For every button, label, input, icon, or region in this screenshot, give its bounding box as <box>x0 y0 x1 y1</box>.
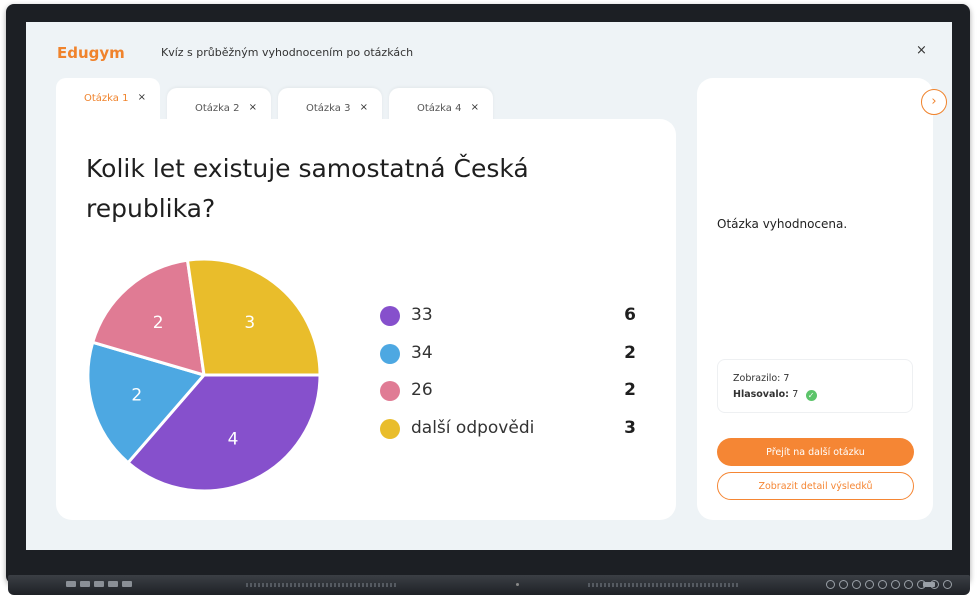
shown-value: 7 <box>783 373 790 384</box>
app-screen: Edugym Kvíz s průběžným vyhodnocením po … <box>26 22 952 550</box>
legend-item: 33 6 <box>378 302 636 340</box>
results-pie-chart: 4 2 2 3 <box>86 257 322 493</box>
vote-stats-box: Zobrazilo: 7 Hlasovalo: 7 ✓ <box>717 359 913 413</box>
pie-slice-label-2: 2 <box>153 313 164 333</box>
voted-count: Hlasovalo: 7 ✓ <box>733 389 817 401</box>
chevron-right-icon[interactable]: › <box>921 89 947 115</box>
power-switch[interactable] <box>923 582 935 587</box>
speaker-grille-left <box>246 583 396 587</box>
tab-label: Otázka 2 <box>195 103 240 114</box>
legend-color-dot <box>380 418 400 439</box>
tab-otazka-1[interactable]: Otázka 1 × <box>56 78 160 124</box>
evaluation-status: Otázka vyhodnocena. <box>717 217 848 231</box>
shown-count: Zobrazilo: 7 <box>733 373 789 384</box>
results-side-panel: Otázka vyhodnocena. Zobrazilo: 7 Hlasova… <box>697 78 933 520</box>
tab-label: Otázka 1 <box>84 93 129 104</box>
legend-color-dot <box>380 343 400 364</box>
tab-label: Otázka 3 <box>306 103 351 114</box>
pie-slice-label-3: 3 <box>244 313 255 333</box>
legend-count: 6 <box>624 305 636 325</box>
sensor-dot <box>516 583 519 586</box>
next-question-button[interactable]: Přejít na další otázku <box>717 438 914 466</box>
display-stand <box>8 575 970 595</box>
legend-count: 3 <box>624 417 636 438</box>
pie-slice-label-1: 2 <box>131 386 142 406</box>
question-text: Kolik let existuje samostatná Česká repu… <box>86 154 529 223</box>
legend-label: 26 <box>411 380 433 400</box>
legend-item: další odpovědi 3 <box>378 415 636 453</box>
page-title: Kvíz s průběžným vyhodnocením po otázkác… <box>161 46 414 59</box>
legend-color-dot <box>380 306 400 326</box>
legend-item: 34 2 <box>378 340 636 378</box>
legend-count: 2 <box>624 342 636 363</box>
close-quiz-button[interactable]: × <box>916 43 927 58</box>
voted-value: 7 <box>792 389 799 400</box>
pie-slice-label-0: 4 <box>228 430 239 450</box>
legend-label: 33 <box>411 305 433 325</box>
legend-label: další odpovědi <box>411 417 535 438</box>
voted-label: Hlasovalo: <box>733 389 789 400</box>
speaker-grille-right <box>588 583 738 587</box>
legend-label: 34 <box>411 342 433 363</box>
tab-close-icon[interactable]: × <box>249 102 257 113</box>
legend-item: 26 2 <box>378 377 636 415</box>
tab-label: Otázka 4 <box>417 103 462 114</box>
io-ports <box>66 581 132 587</box>
results-legend: 33 6 34 2 26 2 další odpovědi 3 <box>378 302 636 452</box>
show-results-detail-button[interactable]: Zobrazit detail výsledků <box>717 472 914 500</box>
tab-close-icon[interactable]: × <box>138 92 146 103</box>
check-circle-icon: ✓ <box>805 390 817 401</box>
tab-close-icon[interactable]: × <box>471 102 479 113</box>
legend-count: 2 <box>624 380 636 400</box>
legend-color-dot <box>380 381 400 401</box>
app-logo: Edugym <box>57 44 125 62</box>
tab-close-icon[interactable]: × <box>360 102 368 113</box>
shown-label: Zobrazilo: <box>733 373 781 384</box>
question-card: Kolik let existuje samostatná Česká repu… <box>56 119 676 520</box>
